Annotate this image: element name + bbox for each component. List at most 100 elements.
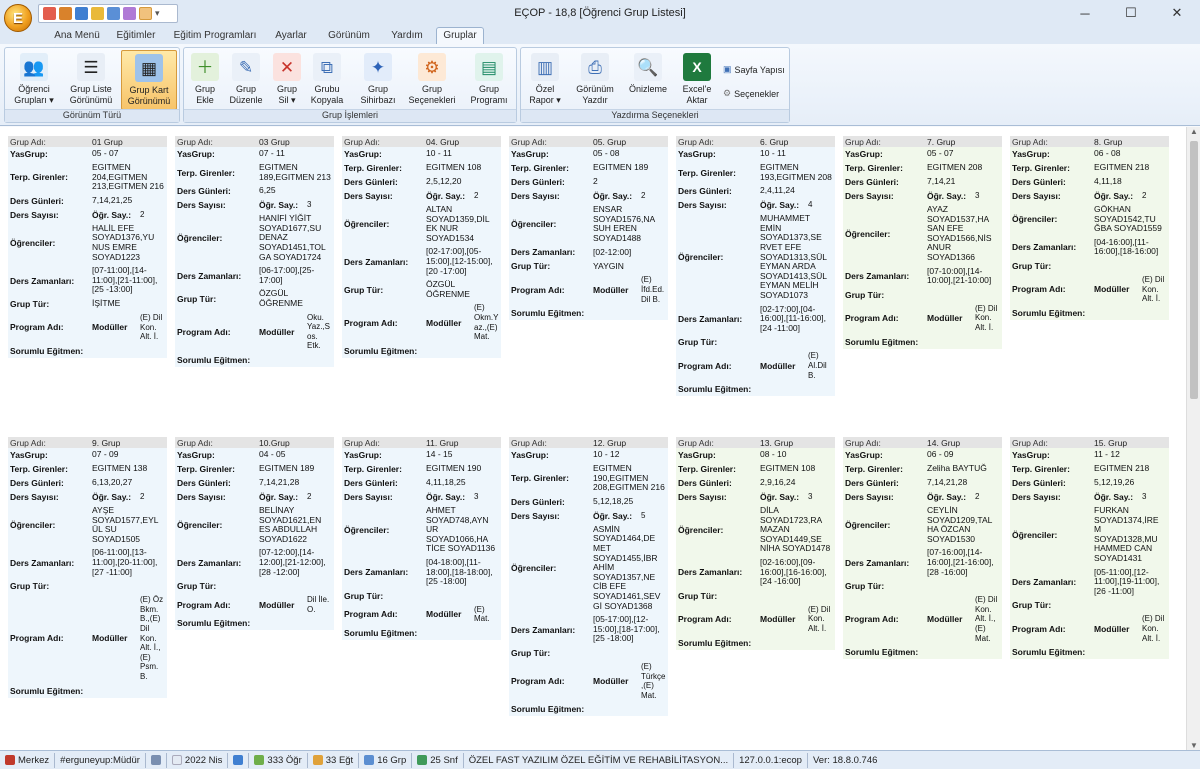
field-label: Ders Günleri: xyxy=(10,478,64,488)
grup-duzenle-button[interactable]: ✎ Grup Düzenle xyxy=(224,50,268,110)
group-name: 6. Grup xyxy=(760,136,789,147)
field-label: Program Adı: xyxy=(845,313,899,324)
field-value: 3 xyxy=(474,492,479,502)
grup-secenekleri-button[interactable]: ⚙ Grup Seçenekleri xyxy=(404,50,460,110)
group-card[interactable]: Grup Adı: 01 Grup YasGrup: 05 - 07 Terp. Gir… xyxy=(8,136,167,358)
group-label: Görünüm Türü xyxy=(5,109,179,122)
field-label: Öğrenciler: xyxy=(344,219,390,230)
field-label: Modüller xyxy=(593,284,629,295)
card-row-grup-tur: Grup Tür: xyxy=(509,645,668,660)
card-row-terp: Terp. Girenler: EGITMEN 218 xyxy=(1010,462,1169,476)
field-label: Öğr. Say.: xyxy=(259,200,299,211)
status-refresh[interactable] xyxy=(228,752,250,768)
secenekler-button[interactable]: ⚙ Seçenekler xyxy=(723,88,779,99)
grup-liste-button[interactable]: ☰ Grup Liste Görünümü xyxy=(63,50,119,110)
button-label: Görünümü xyxy=(69,95,113,105)
group-card[interactable]: Grup Adı: 9. Grup YasGrup: 07 - 09 Terp. Gir… xyxy=(8,437,167,698)
tab-ana-menu[interactable]: Ana Menü xyxy=(46,28,108,44)
field-label: Öğr. Say.: xyxy=(426,191,466,201)
grubu-kopyala-button[interactable]: ⧉ Grubu Kopyala xyxy=(306,50,348,110)
group-card[interactable]: Grup Adı: 13. Grup YasGrup: 08 - 10 Terp. Gi… xyxy=(676,437,835,650)
group-card[interactable]: Grup Adı: 7. Grup YasGrup: 05 - 07 Terp. Gir… xyxy=(843,136,1002,349)
tab-yardim[interactable]: Yardım xyxy=(382,28,432,44)
excel-icon: X xyxy=(683,53,711,81)
status-date[interactable]: 2022 Nis xyxy=(167,752,229,768)
gorunum-yazdir-button[interactable]: ⎙ Görünüm Yazdır xyxy=(571,50,619,110)
excel-aktar-button[interactable]: X Excel'e Aktar xyxy=(675,50,719,110)
vertical-scrollbar[interactable]: ▲ ▼ xyxy=(1186,127,1200,750)
report-icon: ▥ xyxy=(531,53,559,81)
ozel-rapor-button[interactable]: ▥ Özel Rapor ▾ xyxy=(525,50,565,110)
card-row-grup-tur: Grup Tür: İŞİTME xyxy=(8,296,167,311)
grup-programi-button[interactable]: ▤ Grup Programı xyxy=(464,50,514,110)
field-label: Terp. Girenler: xyxy=(177,167,235,178)
tab-gruplar[interactable]: Gruplar xyxy=(436,27,484,45)
field-label: YasGrup: xyxy=(1012,149,1050,159)
group-card[interactable]: Grup Adı: 14. Grup YasGrup: 06 - 09 Terp. Gi… xyxy=(843,437,1002,660)
field-value: DİLA SOYAD1723,RA MAZAN SOYAD1449,SE NİH… xyxy=(760,505,831,554)
group-card[interactable]: Grup Adı: 6. Grup YasGrup: 10 - 11 Terp. Gir… xyxy=(676,136,835,397)
field-value: (E) İfd.Ed. Dil B. xyxy=(641,275,665,304)
field-label: Öğrenciler: xyxy=(10,520,56,531)
calendar-icon: ▤ xyxy=(475,53,503,81)
ogrenci-gruplari-button[interactable]: 👥 Öğrenci Grupları ▾ xyxy=(7,50,61,110)
field-label: Ders Zamanları: xyxy=(511,247,576,258)
grup-ekle-button[interactable]: ＋ Grup Ekle xyxy=(186,50,224,110)
field-label: Program Adı: xyxy=(678,360,732,371)
field-value: 08 - 10 xyxy=(760,449,787,460)
refresh-icon xyxy=(233,755,244,765)
group-card[interactable]: Grup Adı: 03 Grup YasGrup: 07 - 11 Terp. Gir… xyxy=(175,136,334,367)
group-card[interactable]: Grup Adı: 04. Grup YasGrup: 10 - 11 Terp. Gi… xyxy=(342,136,501,358)
group-card[interactable]: Grup Adı: 11. Grup YasGrup: 14 - 15 Terp. Gi… xyxy=(342,437,501,640)
onizleme-button[interactable]: 🔍 Önizleme xyxy=(625,50,671,110)
group-card[interactable]: Grup Adı: 8. Grup YasGrup: 06 - 08 Terp. Gir… xyxy=(1010,136,1169,320)
card-header: Grup Adı: 10.Grup xyxy=(175,437,334,448)
group-card[interactable]: Grup Adı: 15. Grup YasGrup: 11 - 12 Terp. Gi… xyxy=(1010,437,1169,660)
field-label: Öğrenciler: xyxy=(344,524,390,535)
card-row-ogrenciler: Öğrenciler: ASMİN SOYAD1464,DE MET SOYAD1… xyxy=(509,522,668,614)
field-label: Terp. Girenler: xyxy=(678,464,736,474)
card-row-yasgrup: YasGrup: 05 - 08 xyxy=(509,147,668,161)
group-card[interactable]: Grup Adı: 10.Grup YasGrup: 04 - 05 Terp. Gir… xyxy=(175,437,334,631)
grup-kart-button[interactable]: ▦ Grup Kart Görünümü xyxy=(121,50,177,110)
field-label: Ders Zamanları: xyxy=(344,567,409,578)
field-label: Ders Zamanları: xyxy=(1012,576,1077,587)
field-label: Terp. Girenler: xyxy=(511,163,569,173)
card-row-yasgrup: YasGrup: 06 - 08 xyxy=(1010,147,1169,161)
grup-sil-button[interactable]: ✕ Grup Sil ▾ xyxy=(268,50,306,110)
app-logo[interactable]: E xyxy=(4,4,32,32)
status-text: 2022 Nis xyxy=(184,754,223,766)
minimize-button[interactable]: ─ xyxy=(1062,0,1108,26)
group-card[interactable]: Grup Adı: 12. Grup YasGrup: 10 - 12 Terp. Gi… xyxy=(509,437,668,717)
tab-gorunum[interactable]: Görünüm xyxy=(320,28,378,44)
tab-egitim-programlari[interactable]: Eğitim Programları xyxy=(166,28,264,44)
scroll-up-icon[interactable]: ▲ xyxy=(1190,127,1198,136)
field-label: Modüller xyxy=(426,609,462,620)
card-row-ders-gunleri: Ders Günleri: 6,13,20,27 xyxy=(8,476,167,490)
tab-egitimler[interactable]: Eğitimler xyxy=(110,28,162,44)
field-label: Grup Adı: xyxy=(678,437,714,448)
field-label: Program Adı: xyxy=(1012,284,1066,295)
maximize-button[interactable]: ☐ xyxy=(1108,0,1154,26)
field-value: ÖZGÜL ÖĞRENME xyxy=(426,279,470,299)
card-row-ders-zamanlari: Ders Zamanları: [02-17:00],[04-16:00],[11… xyxy=(676,302,835,336)
sayfa-yapisi-button[interactable]: ▣ Sayfa Yapısı xyxy=(723,64,785,75)
close-button[interactable]: ✕ xyxy=(1154,0,1200,26)
card-header: Grup Adı: 6. Grup xyxy=(676,136,835,147)
scroll-down-icon[interactable]: ▼ xyxy=(1190,741,1198,750)
button-label: Aktar xyxy=(686,95,708,105)
scroll-thumb[interactable] xyxy=(1190,141,1198,399)
grup-sihirbazi-button[interactable]: ✦ Grup Sihirbazı xyxy=(356,50,400,110)
status-merkez[interactable]: Merkez xyxy=(0,752,56,768)
field-value: 2 xyxy=(593,176,598,187)
field-label: Ders Sayısı: xyxy=(10,209,59,220)
card-row-ders-zamanlari: Ders Zamanları: [04-16:00],[11-16:00],[18… xyxy=(1010,235,1169,259)
card-row-sorumlu: Sorumlu Eğitmen: xyxy=(342,343,501,358)
field-label: YasGrup: xyxy=(1012,450,1050,460)
tab-ayarlar[interactable]: Ayarlar xyxy=(266,28,316,44)
card-row-ders-zamanlari: Ders Zamanları: [07-16:00],[14-16:00],[21… xyxy=(843,546,1002,580)
field-value: [05-17:00],[12-15:00],[18-17:00],[25 -18… xyxy=(593,614,660,644)
field-value: 2 xyxy=(1142,191,1147,201)
group-card[interactable]: Grup Adı: 05. Grup YasGrup: 05 - 08 Terp. Gi… xyxy=(509,136,668,321)
field-label: Öğr. Say.: xyxy=(1094,191,1134,201)
